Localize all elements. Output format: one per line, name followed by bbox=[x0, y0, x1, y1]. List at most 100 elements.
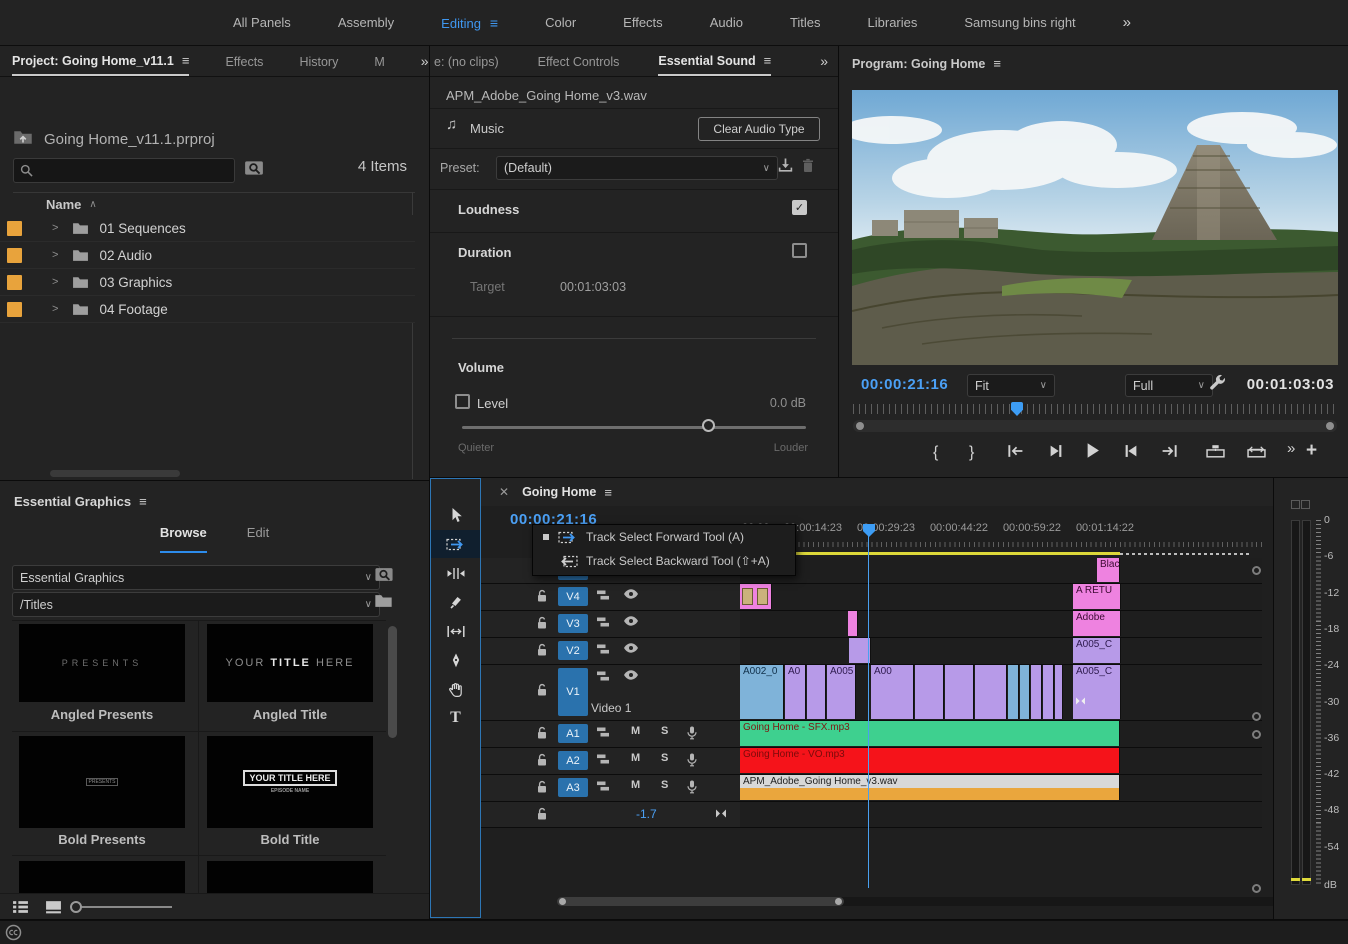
track-lane-v4[interactable]: A RETU bbox=[740, 584, 1262, 611]
project-tab-project-going-home-v11-1[interactable]: Project: Going Home_v11.1 ≡ bbox=[12, 46, 190, 76]
clip-v1-11[interactable] bbox=[1043, 665, 1054, 719]
clip-going-home-sfx-mp3[interactable]: Going Home - SFX.mp3 bbox=[740, 721, 1120, 746]
slip-tool[interactable] bbox=[431, 617, 480, 645]
panel-menu-icon[interactable]: ≡ bbox=[764, 53, 772, 68]
workspace-tab-editing[interactable]: Editing ≡ bbox=[441, 15, 498, 31]
sync-lock-icon[interactable] bbox=[596, 780, 610, 792]
track-output-eye-icon[interactable] bbox=[623, 643, 639, 653]
lock-icon[interactable] bbox=[536, 643, 548, 657]
project-overflow-chevron[interactable]: » bbox=[421, 53, 429, 69]
playback-resolution-dropdown[interactable]: Full ∨ bbox=[1125, 374, 1213, 397]
program-current-timecode[interactable]: 00:00:21:16 bbox=[861, 376, 948, 393]
clip-a-retu[interactable]: A RETU bbox=[1073, 584, 1121, 609]
track-header-master[interactable]: -1.7 bbox=[481, 802, 740, 828]
project-bin-row-02-audio[interactable]: >02 Audio bbox=[0, 242, 415, 269]
program-mini-timeline[interactable] bbox=[853, 404, 1337, 414]
lock-icon[interactable] bbox=[536, 616, 548, 630]
lock-icon[interactable] bbox=[536, 807, 548, 821]
track-target-v4[interactable]: V4 bbox=[558, 587, 588, 606]
clip-v1-7[interactable] bbox=[975, 665, 1007, 719]
lock-icon[interactable] bbox=[536, 780, 548, 794]
clip-adobe[interactable]: Adobe bbox=[1073, 611, 1121, 636]
program-zoom-scrollbar[interactable] bbox=[853, 420, 1337, 432]
volume-section-label[interactable]: Volume bbox=[458, 360, 504, 375]
workspace-tab-titles[interactable]: Titles bbox=[790, 15, 821, 30]
track-select-forward-tool[interactable] bbox=[431, 530, 480, 558]
template-bold-title[interactable]: YOUR TITLE HERE EPISODE NAME Bold Title bbox=[200, 621, 386, 847]
selection-tool[interactable] bbox=[431, 501, 480, 529]
essential-sound-tab-e-no-clips[interactable]: e: (no clips) bbox=[434, 48, 499, 75]
clip-v1-12[interactable] bbox=[1055, 665, 1063, 719]
workspace-menu-icon[interactable]: ≡ bbox=[490, 15, 498, 31]
sync-lock-icon[interactable] bbox=[596, 753, 610, 765]
workspace-tab-all-panels[interactable]: All Panels bbox=[233, 15, 291, 30]
track-lane-a2[interactable]: Going Home - VO.mp3 bbox=[740, 748, 1262, 775]
track-header-v4[interactable]: V4 bbox=[481, 584, 740, 611]
settings-wrench-icon[interactable] bbox=[1209, 374, 1226, 391]
close-sequence-icon[interactable]: ✕ bbox=[499, 485, 509, 499]
graphics-tab-edit[interactable]: Edit bbox=[247, 525, 269, 553]
track-lane-a1[interactable]: Going Home - SFX.mp3 bbox=[740, 721, 1262, 748]
workspace-tab-audio[interactable]: Audio bbox=[710, 15, 743, 30]
timeline-playhead-line[interactable] bbox=[868, 524, 869, 888]
clip-a0[interactable]: A0 bbox=[785, 665, 806, 719]
search-input[interactable] bbox=[13, 158, 235, 183]
save-preset-icon[interactable] bbox=[778, 158, 793, 173]
template-bold-presents[interactable]: PRESENTS Bold Presents bbox=[12, 621, 198, 847]
find-bin-icon[interactable] bbox=[244, 160, 264, 176]
essential-sound-overflow-chevron[interactable]: » bbox=[820, 53, 828, 69]
clip-v1-6[interactable] bbox=[945, 665, 974, 719]
graphics-tab-browse[interactable]: Browse bbox=[159, 525, 207, 553]
template-zoom-slider[interactable] bbox=[70, 901, 172, 913]
clip-v3-0[interactable] bbox=[848, 611, 858, 636]
workspace-tab-color[interactable]: Color bbox=[545, 15, 576, 30]
track-header-a1[interactable]: A1 M S bbox=[481, 721, 740, 748]
track-lane-a3[interactable]: APM_Adobe_Going Home_v3.wav bbox=[740, 775, 1262, 802]
zoom-level-dropdown[interactable]: Fit ∨ bbox=[967, 374, 1055, 397]
clip-v1-10[interactable] bbox=[1031, 665, 1042, 719]
folder-up-icon[interactable] bbox=[13, 130, 33, 145]
label-color-swatch[interactable] bbox=[7, 274, 22, 290]
track-output-eye-icon[interactable] bbox=[623, 670, 639, 680]
sync-lock-icon[interactable] bbox=[596, 616, 610, 628]
level-slider-track[interactable] bbox=[462, 426, 806, 429]
video-scroll-dot2[interactable] bbox=[1252, 712, 1261, 721]
mute-button[interactable]: M bbox=[631, 725, 640, 737]
more-buttons-chevron[interactable]: » bbox=[1287, 440, 1295, 457]
graphics-folder-dropdown[interactable]: /Titles ∨ bbox=[12, 592, 380, 617]
clip-a005-c[interactable]: A005_C bbox=[1073, 638, 1121, 663]
video-scroll-dot[interactable] bbox=[1252, 566, 1261, 575]
lock-icon[interactable] bbox=[536, 753, 548, 767]
project-bin-row-04-footage[interactable]: >04 Footage bbox=[0, 296, 415, 323]
timeline-ruler[interactable]: 00:0000:00:14:2300:00:29:2300:00:44:2200… bbox=[740, 518, 1273, 556]
audio-meter-panel[interactable]: 0 -6 -12 -18 -24 -30 -36 -42 -48 -54 dB bbox=[1274, 478, 1348, 919]
expand-chevron-icon[interactable]: > bbox=[52, 222, 58, 234]
list-column-header[interactable]: Name ∧ bbox=[13, 192, 415, 216]
workspace-tab-libraries[interactable]: Libraries bbox=[868, 15, 918, 30]
track-header-a3[interactable]: A3 M S bbox=[481, 775, 740, 802]
mute-button[interactable]: M bbox=[631, 752, 640, 764]
hand-tool[interactable] bbox=[431, 675, 480, 703]
duration-checkbox[interactable]: ✓ bbox=[792, 243, 807, 258]
clip-v1-5[interactable] bbox=[915, 665, 944, 719]
track-target-v1[interactable]: V1 bbox=[558, 668, 588, 716]
track-header-a2[interactable]: A2 M S bbox=[481, 748, 740, 775]
workspace-tab-samsung-bins-right[interactable]: Samsung bins right bbox=[964, 15, 1075, 30]
mark-in-button[interactable]: { bbox=[933, 444, 938, 462]
clip-apm-adobe-going-home-v3-wav[interactable]: APM_Adobe_Going Home_v3.wav bbox=[740, 775, 1120, 800]
track-target-a2[interactable]: A2 bbox=[558, 751, 588, 770]
sync-lock-icon[interactable] bbox=[596, 643, 610, 655]
install-motion-graphics-icon[interactable] bbox=[374, 567, 394, 582]
level-slider-handle[interactable] bbox=[702, 419, 715, 432]
tool-menu-item-track-select-forward-tool-a[interactable]: Track Select Forward Tool (A) bbox=[533, 525, 795, 549]
track-lane-v5[interactable]: Blac bbox=[740, 558, 1262, 584]
timeline-hscrollbar-track[interactable] bbox=[557, 897, 1273, 906]
step-forward-button[interactable] bbox=[1124, 444, 1138, 458]
clip-v1-9[interactable] bbox=[1020, 665, 1030, 719]
sync-lock-icon[interactable] bbox=[596, 726, 610, 738]
project-tab-effects[interactable]: Effects bbox=[225, 48, 263, 75]
preset-dropdown[interactable]: (Default) ∨ bbox=[496, 156, 778, 180]
label-color-swatch[interactable] bbox=[7, 247, 22, 263]
sync-lock-icon[interactable] bbox=[596, 670, 610, 682]
extract-button[interactable] bbox=[1247, 444, 1266, 458]
